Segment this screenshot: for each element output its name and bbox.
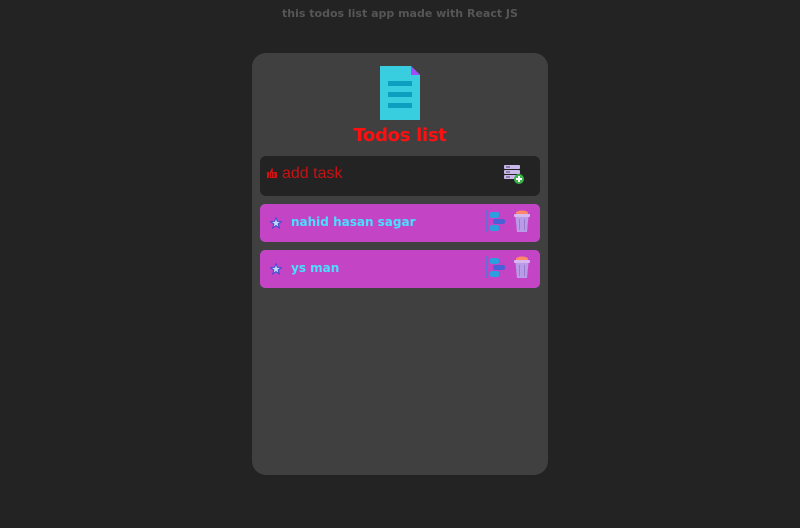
todo-label: nahid hasan sagar — [291, 215, 416, 229]
edit-icon[interactable] — [485, 256, 507, 278]
add-task-input[interactable] — [280, 163, 484, 185]
star-icon — [269, 262, 283, 275]
app-caption: this todos list app made with React JS — [282, 7, 518, 20]
document-icon — [380, 66, 420, 120]
edit-icon[interactable] — [485, 210, 507, 232]
todo-label: ys man — [291, 261, 340, 275]
todo-item: nahid hasan sagar — [260, 204, 540, 242]
todo-item: ys man — [260, 250, 540, 288]
star-icon — [269, 216, 283, 229]
add-task-button[interactable] — [503, 163, 525, 185]
todo-card: Todos list nahid hasan sagar — [252, 53, 548, 475]
page-title: Todos list — [353, 125, 447, 146]
add-task-bar — [260, 156, 540, 196]
trash-icon[interactable] — [513, 255, 531, 279]
thumbs-up-icon — [267, 168, 277, 178]
trash-icon[interactable] — [513, 209, 531, 233]
